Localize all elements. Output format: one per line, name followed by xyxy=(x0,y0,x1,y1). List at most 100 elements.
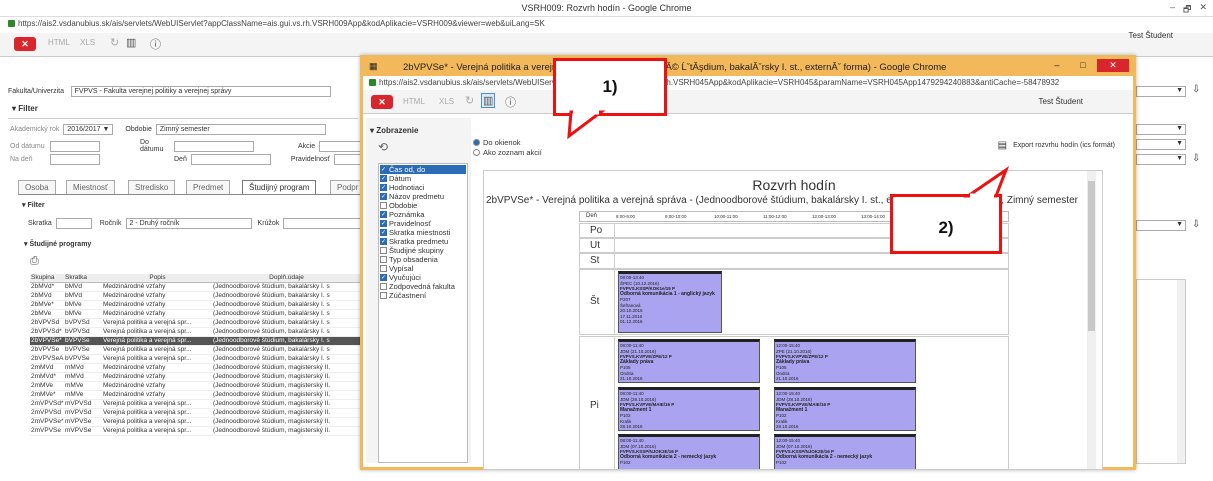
table-row[interactable]: 2bMVd* bMVd Medzinárodné vzťahy (Jednoodbor… xyxy=(30,283,360,292)
checkbox-checked-icon[interactable]: ✓ xyxy=(380,220,387,227)
checkbox-unchecked-icon[interactable] xyxy=(380,256,387,263)
schedule-event[interactable]: 12:00-15:40 ZPE (21.10.2016) FVPVS.KVPVE/Z… xyxy=(774,339,916,383)
close-button[interactable]: ✕ xyxy=(1199,2,1207,18)
table-row[interactable]: 2mVPVSd mVPVSd Verejná politika a verejná … xyxy=(30,409,360,418)
kruzok-input[interactable] xyxy=(283,218,364,229)
checkbox-checked-icon[interactable]: ✓ xyxy=(380,211,387,218)
checkbox-item[interactable]: ✓ Skratka predmetu xyxy=(380,237,466,246)
checkbox-checked-icon[interactable]: ✓ xyxy=(380,175,387,182)
table-row[interactable]: 2mMVd* mMVd Medzinárodné vzťahy (Jednoodbor… xyxy=(30,373,360,382)
right-select-1[interactable]: ▼ xyxy=(1136,86,1186,97)
schedule-event[interactable]: 08:00-11:40 JDM (21.10.2016) FVPVS.KVPVE/Z… xyxy=(618,339,760,383)
checkbox-item[interactable]: ✓ Poznámka xyxy=(380,210,466,219)
den-input[interactable] xyxy=(190,154,271,165)
checkbox-checked-icon[interactable]: ✓ xyxy=(380,229,387,236)
checkbox-checked-icon[interactable]: ✓ xyxy=(380,238,387,245)
schedule-event[interactable]: 08:00-11:40 JDM (28.10.2016) FVPVS.KVPVE/M… xyxy=(618,387,760,431)
do-datumu-input[interactable] xyxy=(174,140,254,152)
tab-miestnost[interactable]: Miestnosť xyxy=(66,180,116,194)
right-select-5[interactable]: ▼ xyxy=(1136,220,1186,231)
checkbox-item[interactable]: Obdobie xyxy=(380,201,466,210)
checkbox-unchecked-icon[interactable] xyxy=(380,202,387,209)
table-row[interactable]: 2mMVd mMVd Medzinárodné vzťahy (Jednoodboro… xyxy=(30,364,360,373)
schedule-scrollbar[interactable] xyxy=(1087,171,1096,469)
radio-do-okienok[interactable]: Do okienok xyxy=(473,138,521,147)
schedule-event[interactable]: 12:00-15:40 JDM (07.10.2016) FVPVS.KSSP/NJ… xyxy=(774,434,916,469)
table-row[interactable]: 2bVPVSd bVPVSd Verejná politika a verejná … xyxy=(30,319,360,328)
popup-refresh-icon[interactable]: ↻ xyxy=(465,94,474,107)
checkbox-unchecked-icon[interactable] xyxy=(380,247,387,254)
na-den-input[interactable] xyxy=(50,154,100,165)
minimize-button[interactable]: – xyxy=(1170,2,1175,18)
checkbox-item[interactable]: Typ obsadenia xyxy=(380,255,466,264)
zobrazenie-header[interactable]: ▾ Zobrazenie xyxy=(370,126,418,135)
checkbox-unchecked-icon[interactable] xyxy=(380,292,387,299)
tab-predmet[interactable]: Predmet xyxy=(186,180,231,194)
popup-html-icon[interactable]: HTML xyxy=(403,97,425,106)
checkbox-item[interactable]: ✓ Dátum xyxy=(380,174,466,183)
popup-chart-icon[interactable]: ▥ xyxy=(481,93,496,108)
checkbox-checked-icon[interactable]: ✓ xyxy=(380,274,387,281)
col-doplnudaje[interactable]: Doplň.údaje xyxy=(212,274,360,282)
right-select-4[interactable]: ▼ xyxy=(1136,154,1186,165)
checkbox-item[interactable]: ✓ Hodnotiaci xyxy=(380,183,466,192)
refresh-icon[interactable]: ↻ xyxy=(110,36,119,49)
table-row[interactable]: 2mVPVSd* mVPVSd Verejná politika a verejná… xyxy=(30,400,360,409)
fakulta-select[interactable]: FVPVS - Fakulta verejnej politiky a vere… xyxy=(70,86,331,97)
checkbox-item[interactable]: ✓ Pravidelnosť xyxy=(380,219,466,228)
checkbox-item[interactable]: ✓ Vyučujúci xyxy=(380,273,466,282)
download-icon[interactable]: ⇩ xyxy=(1192,84,1200,95)
checkbox-item[interactable]: Zodpovedná fakulta xyxy=(380,282,466,291)
tab-osoba[interactable]: Osoba xyxy=(18,180,56,194)
close-app-button[interactable]: ✕ xyxy=(14,37,36,51)
table-row[interactable]: 2bVPVSe bVPVSe Verejná politika a verejná … xyxy=(30,346,360,355)
checkbox-item[interactable]: ✓ Skratka miestnosti xyxy=(380,228,466,237)
schedule-event[interactable]: 12:00-15:40 JDM (28.10.2016) FVPVS.KVPVE/M… xyxy=(774,387,916,431)
schedule-event[interactable]: 08:00-13:40 ŠPEC (10.12.2016) FVPVS.KSSP/K… xyxy=(618,271,722,333)
checkbox-item[interactable]: Študijné skupiny xyxy=(380,246,466,255)
export-ics-button[interactable]: ▤ Export rozvrhu hodín (ics formát) xyxy=(998,140,1115,151)
maximize-button[interactable]: 🗗 xyxy=(1183,2,1191,18)
scrollbar-thumb[interactable] xyxy=(1088,181,1095,331)
download-icon-3[interactable]: ⇩ xyxy=(1192,219,1200,230)
address-bar[interactable]: https://ais2.vsdanubius.sk/ais/servlets/… xyxy=(0,17,1213,31)
table-row[interactable]: 2bMVe* bMVe Medzinárodné vzťahy (Jednoodbor… xyxy=(30,301,360,310)
rocnik-select[interactable]: 2 - Druhý ročník xyxy=(125,218,252,229)
html-export-icon[interactable]: HTML xyxy=(48,38,70,47)
table-row[interactable]: 2bMVd bMVd Medzinárodné vzťahy (Jednoodboro… xyxy=(30,292,360,301)
od-datumu-input[interactable] xyxy=(50,140,100,152)
checkbox-checked-icon[interactable]: ✓ xyxy=(380,166,387,173)
obdobie-select[interactable]: Zimný semester xyxy=(155,124,326,135)
akad-label[interactable]: Akademický rok xyxy=(10,126,59,133)
popup-xls-icon[interactable]: XLS xyxy=(439,97,454,106)
col-popis[interactable]: Popis xyxy=(102,274,212,282)
checkbox-item[interactable]: Zúčastnení xyxy=(380,291,466,300)
skratka-input[interactable] xyxy=(55,218,92,229)
checkbox-checked-icon[interactable]: ✓ xyxy=(380,184,387,191)
table-row[interactable]: 2bMVe bMVe Medzinárodné vzťahy (Jednoodboro… xyxy=(30,310,360,319)
grid-scrollbar[interactable] xyxy=(1177,280,1185,463)
popup-maximize-button[interactable]: □ xyxy=(1071,59,1095,72)
tab-studijny-program[interactable]: Študijný program xyxy=(242,180,317,194)
xls-export-icon[interactable]: XLS xyxy=(80,38,95,47)
filter-header[interactable]: ▾ Filter xyxy=(12,104,38,113)
right-select-3[interactable]: ▼ xyxy=(1136,139,1186,150)
checkbox-checked-icon[interactable]: ✓ xyxy=(380,193,387,200)
checkbox-item[interactable]: Vypísal xyxy=(380,264,466,273)
akcie-input[interactable] xyxy=(319,140,364,152)
download-icon-2[interactable]: ⇩ xyxy=(1192,153,1200,164)
checkbox-item[interactable]: ✓ Čas od, do xyxy=(380,165,466,174)
checkbox-unchecked-icon[interactable] xyxy=(380,265,387,272)
programs-header[interactable]: ▾ Študijné programy xyxy=(24,240,91,248)
reset-icon[interactable]: ⟲ xyxy=(378,140,388,154)
table-row[interactable]: 2mVPVSe mVPVSe Verejná politika a verejná … xyxy=(30,427,360,436)
popup-close-app-button[interactable]: ✕ xyxy=(371,95,393,109)
col-skupina[interactable]: Skupina xyxy=(30,274,64,282)
chart-icon[interactable]: ▥ xyxy=(126,36,136,49)
right-select-2[interactable]: ▼ xyxy=(1136,124,1186,135)
na-den-label[interactable]: Na deň xyxy=(10,156,46,163)
table-row[interactable]: 2bVPVSe* bVPVSe Verejná politika a verejná… xyxy=(30,337,360,346)
filter2-header[interactable]: ▾ Filter xyxy=(22,201,45,209)
od-datumu-label[interactable]: Od dátumu xyxy=(10,143,46,150)
table-row[interactable]: 2mVPVSe* mVPVSe Verejná politika a verejná… xyxy=(30,418,360,427)
